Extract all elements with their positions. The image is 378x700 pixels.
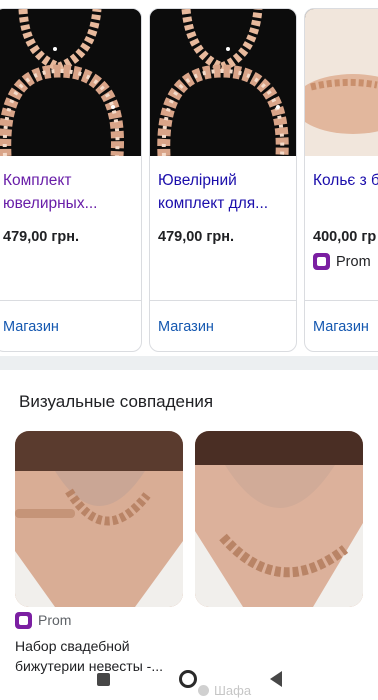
shop-link[interactable]: Магазин: [158, 319, 214, 335]
match-source: Prom: [15, 610, 185, 630]
card-divider: [305, 300, 378, 301]
product-image[interactable]: [0, 9, 141, 156]
card-divider: [0, 300, 141, 301]
card-divider: [150, 300, 296, 301]
shop-link[interactable]: Магазин: [3, 319, 59, 335]
product-title[interactable]: Кольє з браслето: [313, 169, 378, 215]
product-price: 400,00 гр: [313, 229, 377, 245]
visual-match-image[interactable]: [195, 431, 363, 607]
product-title[interactable]: Ювелірний комплект для...: [158, 169, 292, 215]
section-separator: [0, 356, 378, 370]
home-icon: [179, 670, 197, 688]
home-button[interactable]: [175, 666, 201, 692]
product-card[interactable]: Комплект ювелирных... 479,00 грн. Магази…: [0, 8, 142, 352]
product-carousel[interactable]: Комплект ювелирных... 479,00 грн. Магази…: [0, 0, 378, 356]
system-nav-bar: [0, 658, 378, 700]
prom-logo-icon: [15, 611, 32, 629]
prom-logo-icon: [313, 253, 330, 270]
visual-match-image[interactable]: [15, 431, 183, 607]
product-image[interactable]: [150, 9, 296, 156]
product-price: 479,00 грн.: [3, 229, 80, 245]
product-card[interactable]: Ювелірний комплект для... 479,00 грн. Ма…: [149, 8, 297, 352]
product-image[interactable]: [305, 9, 378, 156]
recents-button[interactable]: [90, 666, 116, 692]
product-card[interactable]: Кольє з браслето 400,00 гр Prom Магазин: [304, 8, 378, 352]
visual-matches-heading: Визуальные совпадения: [19, 392, 214, 411]
product-title[interactable]: Комплект ювелирных...: [3, 169, 137, 215]
back-button[interactable]: [263, 666, 289, 692]
recents-icon: [96, 672, 110, 686]
back-icon: [270, 671, 282, 687]
seller-label: Prom: [313, 253, 371, 270]
seller-name: Prom: [336, 253, 371, 270]
shop-link[interactable]: Магазин: [313, 319, 369, 335]
product-price: 479,00 грн.: [158, 229, 235, 245]
